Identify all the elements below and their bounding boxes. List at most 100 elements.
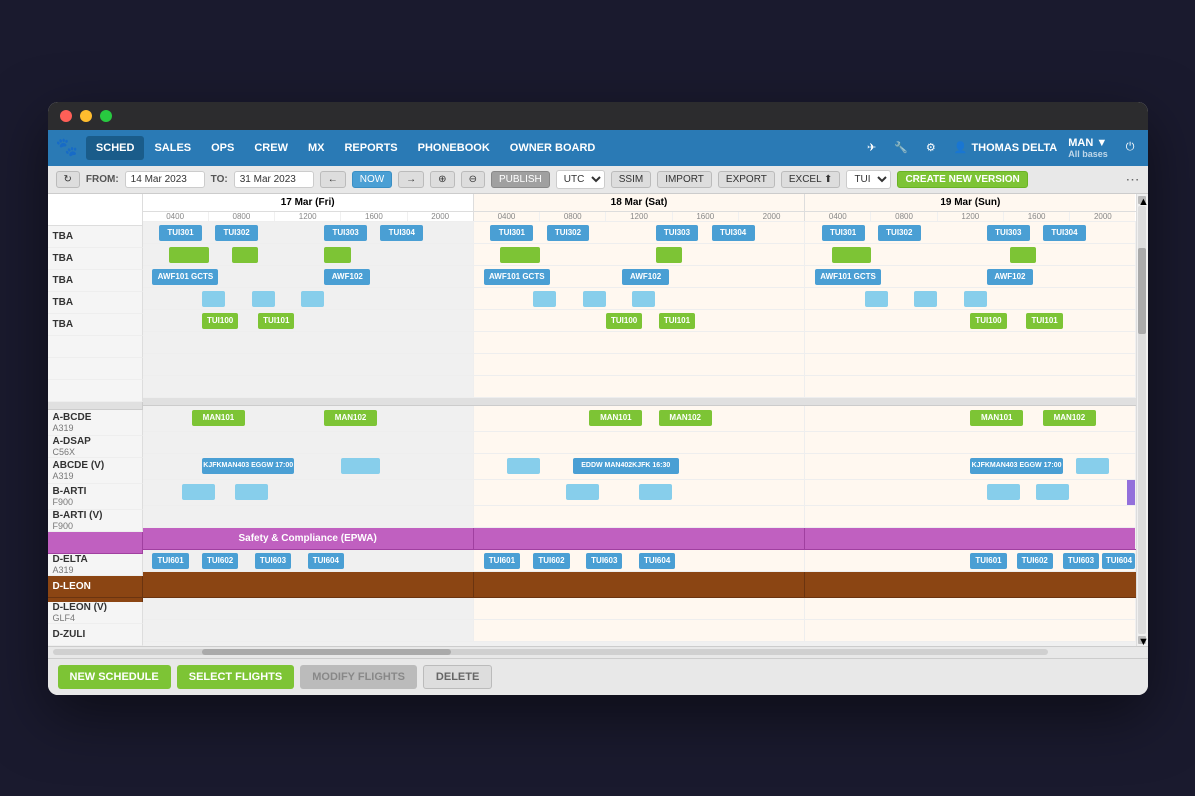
flight-awf102-fri[interactable]: AWF102 xyxy=(324,269,370,285)
flight-awf101-fri[interactable]: AWF101 GCTS xyxy=(152,269,218,285)
flight-tui304-fri[interactable]: TUI304 xyxy=(380,225,423,241)
green-block-fri3[interactable] xyxy=(324,247,350,263)
lb-fri3[interactable] xyxy=(301,291,324,307)
lb-sat3[interactable] xyxy=(632,291,655,307)
flight-tui603-fri[interactable]: TUI603 xyxy=(255,553,291,569)
user-menu[interactable]: 👤 THOMAS DELTA MAN ▼ All bases xyxy=(949,134,1113,162)
airline-select[interactable]: TUI xyxy=(846,170,891,189)
flight-tui604-fri[interactable]: TUI604 xyxy=(308,553,344,569)
tools-icon[interactable]: 🔧 xyxy=(889,138,913,157)
nav-sales[interactable]: SALES xyxy=(144,136,201,160)
flight-tui303-fri[interactable]: TUI303 xyxy=(324,225,367,241)
flight-tui601-fri[interactable]: TUI601 xyxy=(152,553,188,569)
green-block-sun2[interactable] xyxy=(1010,247,1036,263)
scroll-down-button[interactable]: ▼ xyxy=(1138,636,1146,644)
nav-ops[interactable]: OPS xyxy=(201,136,244,160)
flight-kjfk-fri[interactable]: KJFKMAN403 EGGW 17:00 xyxy=(202,458,294,474)
horizontal-scrollbar[interactable] xyxy=(48,646,1148,658)
barti-lb-sun1[interactable] xyxy=(987,484,1020,500)
lb-fri1[interactable] xyxy=(202,291,225,307)
barti-lb-fri2[interactable] xyxy=(235,484,268,500)
nav-reports[interactable]: REPORTS xyxy=(334,136,407,160)
flight-tui304-sat[interactable]: TUI304 xyxy=(712,225,755,241)
flight-tui301-sun[interactable]: TUI301 xyxy=(822,225,865,241)
flight-tui301-sat[interactable]: TUI301 xyxy=(490,225,533,241)
flight-tui302-fri[interactable]: TUI302 xyxy=(215,225,258,241)
flight-tui304-sun[interactable]: TUI304 xyxy=(1043,225,1086,241)
flight-tui302-sun[interactable]: TUI302 xyxy=(878,225,921,241)
flight-tui101-sat[interactable]: TUI101 xyxy=(659,313,695,329)
airplane-icon[interactable]: ✈ xyxy=(862,138,881,157)
excel-button[interactable]: EXCEL ⬆ xyxy=(781,171,841,188)
barti-lb-sat1[interactable] xyxy=(566,484,599,500)
barti-lb-sun2[interactable] xyxy=(1036,484,1069,500)
barti-lb-fri1[interactable] xyxy=(182,484,215,500)
schedule-area[interactable]: 17 Mar (Fri) 18 Mar (Sat) 19 Mar (Sun) 0… xyxy=(143,194,1136,646)
flight-man102-sat[interactable]: MAN102 xyxy=(659,410,712,426)
lb-sun3[interactable] xyxy=(964,291,987,307)
flight-man102-sun[interactable]: MAN102 xyxy=(1043,410,1096,426)
power-icon[interactable]: ⏻ xyxy=(1121,138,1140,157)
flight-tui101-sun[interactable]: TUI101 xyxy=(1026,313,1062,329)
flight-man101-fri[interactable]: MAN101 xyxy=(192,410,245,426)
nav-sched[interactable]: SCHED xyxy=(86,136,145,160)
from-date-input[interactable] xyxy=(125,171,205,188)
vertical-scrollbar[interactable]: ▲ ▼ xyxy=(1136,194,1148,646)
lb-sun2[interactable] xyxy=(914,291,937,307)
flight-tui301-fri[interactable]: TUI301 xyxy=(159,225,202,241)
flight-tui303-sun[interactable]: TUI303 xyxy=(987,225,1030,241)
lb-sun1[interactable] xyxy=(865,291,888,307)
user-dropdown[interactable]: MAN ▼ All bases xyxy=(1068,137,1108,159)
modify-flights-button[interactable]: MODIFY FLIGHTS xyxy=(300,665,417,689)
refresh-button[interactable]: ↻ xyxy=(56,171,80,188)
h-scroll-thumb[interactable] xyxy=(202,649,451,655)
flight-tui602-sat[interactable]: TUI602 xyxy=(533,553,569,569)
flight-tui602-fri[interactable]: TUI602 xyxy=(202,553,238,569)
flight-tui603-sat[interactable]: TUI603 xyxy=(586,553,622,569)
green-block-fri2[interactable] xyxy=(232,247,258,263)
flight-awf101-sun[interactable]: AWF101 GCTS xyxy=(815,269,881,285)
to-date-input[interactable] xyxy=(234,171,314,188)
flight-tui604-sun[interactable]: TUI604 xyxy=(1102,553,1135,569)
flight-tui100-sat[interactable]: TUI100 xyxy=(606,313,642,329)
scroll-thumb[interactable] xyxy=(1138,248,1146,334)
nav-ownerboard[interactable]: OWNER BOARD xyxy=(500,136,606,160)
scroll-up-button[interactable]: ▲ xyxy=(1138,196,1146,204)
create-new-button[interactable]: CREATE NEW VERSION xyxy=(897,171,1027,188)
flight-tui100-fri[interactable]: TUI100 xyxy=(202,313,238,329)
flight-tui604-sat[interactable]: TUI604 xyxy=(639,553,675,569)
delete-button[interactable]: DELETE xyxy=(423,665,492,689)
flight-tui601-sun[interactable]: TUI601 xyxy=(970,553,1006,569)
flight-tui302-sat[interactable]: TUI302 xyxy=(547,225,590,241)
flight-awf101-sat[interactable]: AWF101 GCTS xyxy=(484,269,550,285)
lb-fri2[interactable] xyxy=(252,291,275,307)
flight-man102-fri[interactable]: MAN102 xyxy=(324,410,377,426)
lb-abcde-fri[interactable] xyxy=(341,458,381,474)
green-block-sun1[interactable] xyxy=(832,247,872,263)
green-block-sat1[interactable] xyxy=(500,247,540,263)
timezone-select[interactable]: UTC xyxy=(556,170,605,189)
flight-man101-sun[interactable]: MAN101 xyxy=(970,410,1023,426)
new-schedule-button[interactable]: NEW SCHEDULE xyxy=(58,665,171,689)
export-button[interactable]: EXPORT xyxy=(718,171,775,188)
publish-button[interactable]: PUBLISH xyxy=(491,171,550,188)
green-block-sat2[interactable] xyxy=(656,247,682,263)
lb-abcde-sat1[interactable] xyxy=(507,458,540,474)
flight-tui602-sun[interactable]: TUI602 xyxy=(1017,553,1053,569)
maximize-dot[interactable] xyxy=(100,110,112,122)
lb-sat2[interactable] xyxy=(583,291,606,307)
settings-icon[interactable]: ⚙ xyxy=(921,138,941,157)
flight-awf102-sun[interactable]: AWF102 xyxy=(987,269,1033,285)
nav-right-button[interactable]: → xyxy=(398,171,424,188)
import-button[interactable]: IMPORT xyxy=(657,171,712,188)
barti-lb-sat2[interactable] xyxy=(639,484,672,500)
nav-left-button[interactable]: ← xyxy=(320,171,346,188)
zoom-out-button[interactable]: ⊖ xyxy=(461,171,485,188)
ssim-button[interactable]: SSIM xyxy=(611,171,651,188)
flight-eddw-sat[interactable]: EDDW MAN402KJFK 16:30 xyxy=(573,458,679,474)
green-block-fri1[interactable] xyxy=(169,247,209,263)
nav-phonebook[interactable]: PHONEBOOK xyxy=(408,136,500,160)
flight-tui303-sat[interactable]: TUI303 xyxy=(656,225,699,241)
select-flights-button[interactable]: SELECT FLIGHTS xyxy=(177,665,295,689)
zoom-in-button[interactable]: ⊕ xyxy=(430,171,454,188)
